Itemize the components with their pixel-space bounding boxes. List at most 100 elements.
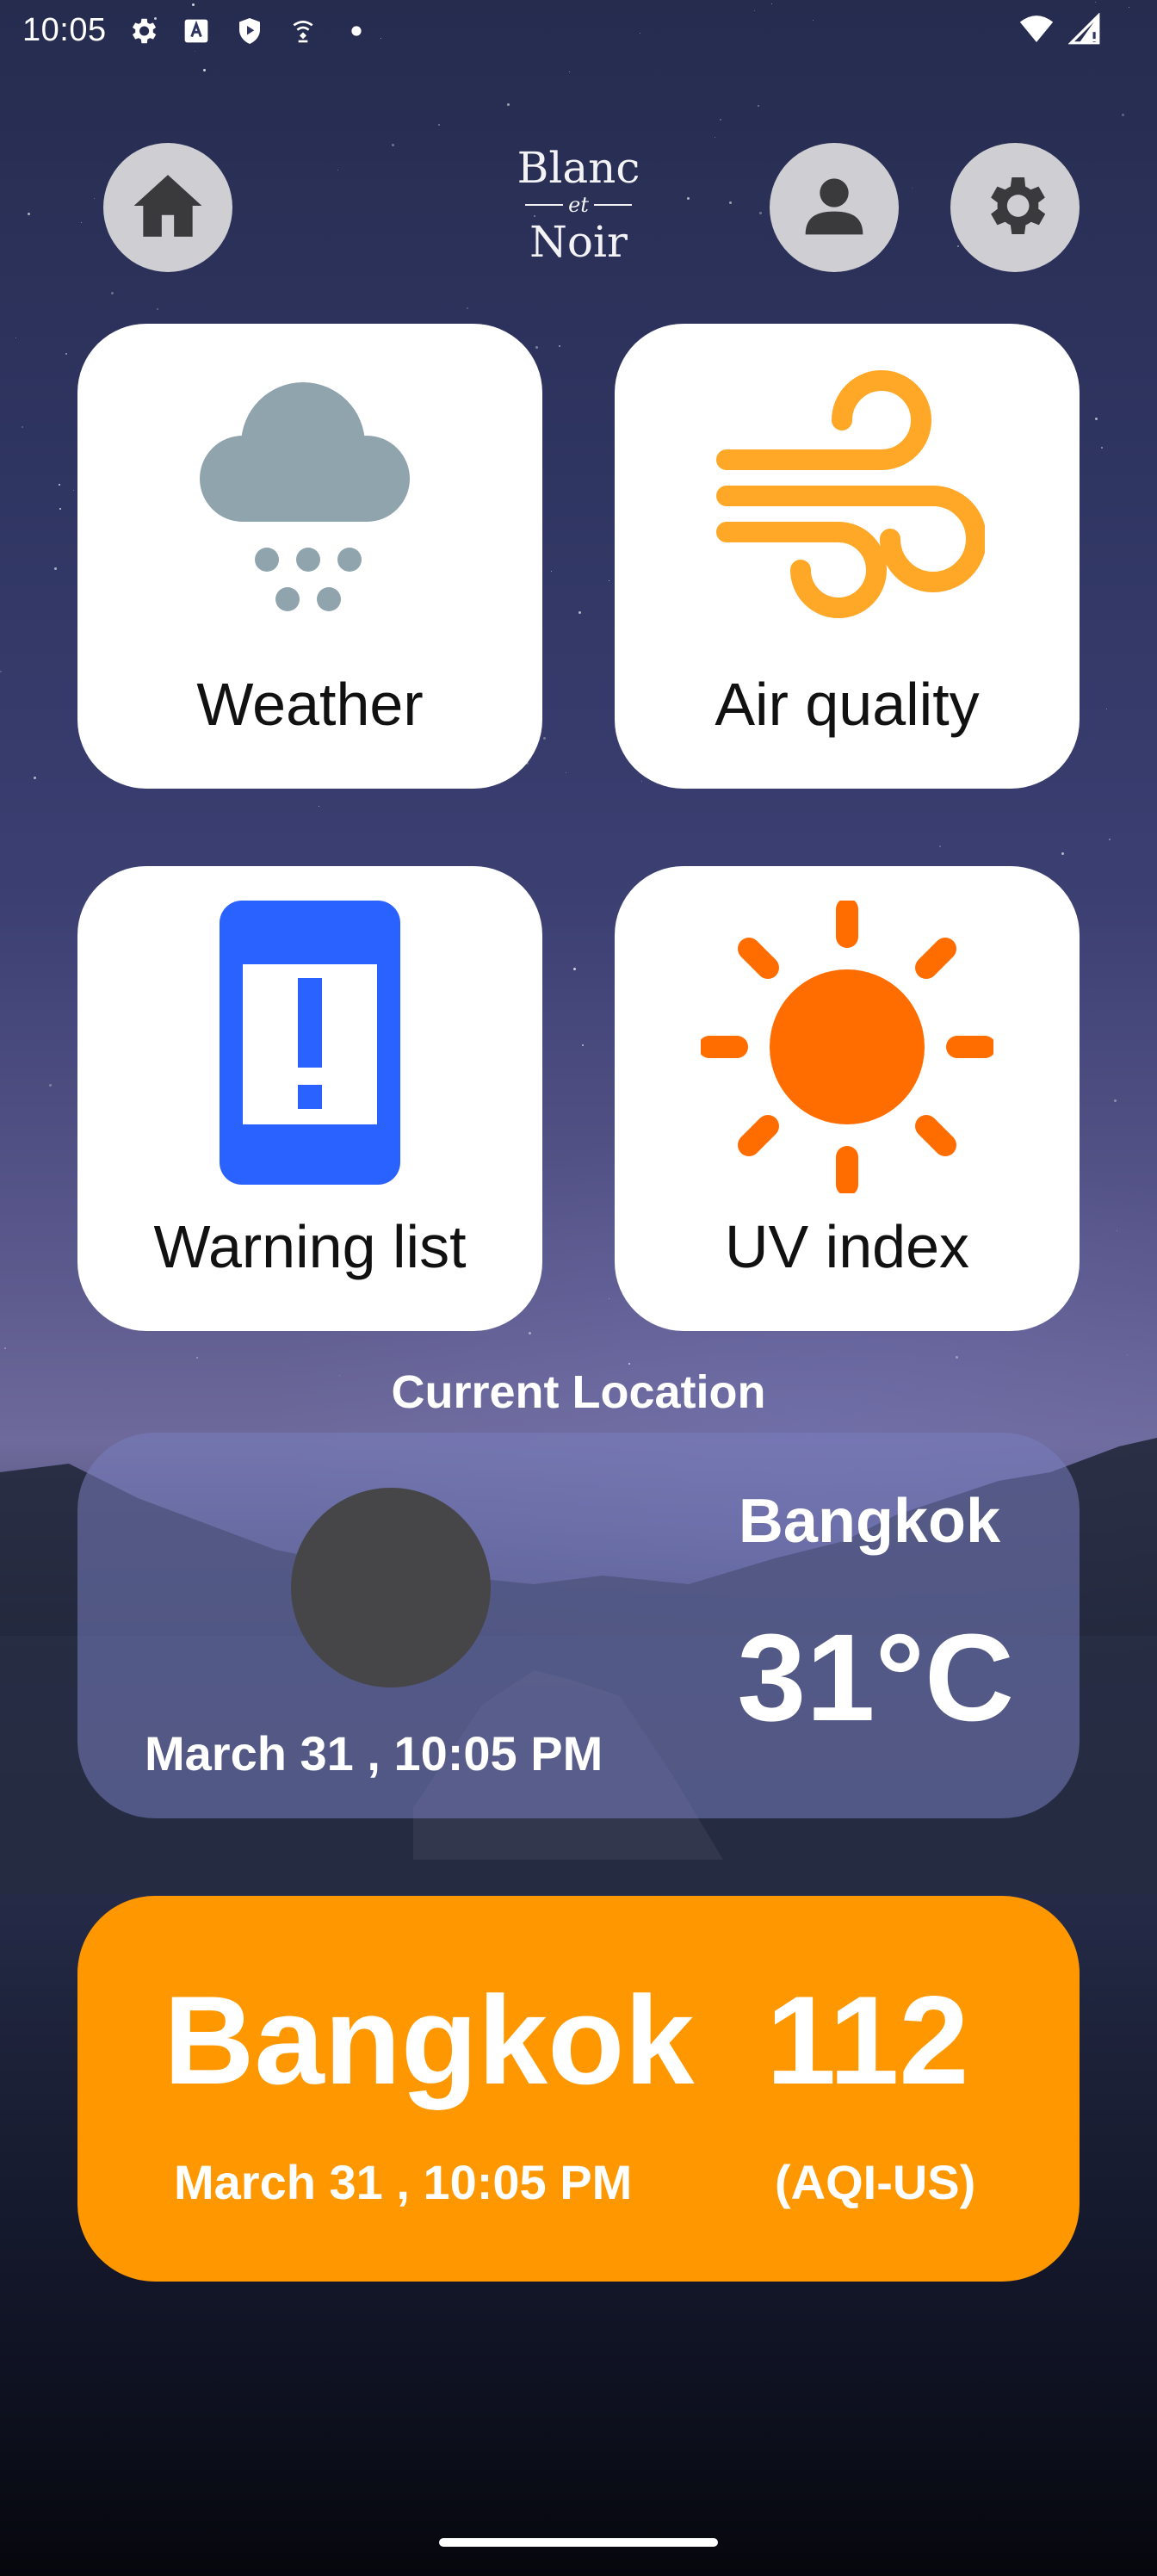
settings-icon xyxy=(977,168,1053,248)
star xyxy=(641,781,642,782)
location-city: Bangkok xyxy=(738,1487,1000,1556)
star xyxy=(759,212,762,214)
star xyxy=(1109,839,1111,840)
star xyxy=(507,103,510,106)
star xyxy=(73,490,74,491)
current-location-title: Current Location xyxy=(391,1366,766,1418)
tile-icon-wrap xyxy=(77,901,542,1185)
star xyxy=(939,845,941,847)
star xyxy=(720,119,721,121)
wind-icon xyxy=(716,370,985,618)
star xyxy=(28,213,30,215)
tile-icon-wrap xyxy=(615,367,1080,642)
star xyxy=(912,188,913,189)
star xyxy=(22,426,23,428)
star xyxy=(535,346,538,349)
phone-alert-icon xyxy=(220,901,400,1185)
profile-icon xyxy=(800,171,869,245)
star xyxy=(1114,1099,1117,1102)
tile-icon-wrap xyxy=(77,367,542,642)
settings-button[interactable] xyxy=(950,143,1080,272)
star xyxy=(1061,852,1064,855)
profile-button[interactable] xyxy=(770,143,899,272)
warning-list-tile[interactable]: Warning list xyxy=(77,866,542,1331)
uv-index-tile[interactable]: UV index xyxy=(615,866,1080,1331)
shield-play-icon xyxy=(232,14,267,48)
status-time: 10:05 xyxy=(22,12,107,48)
aqi-value: 112 xyxy=(766,1970,969,2110)
air-quality-tile-label: Air quality xyxy=(715,671,980,738)
star xyxy=(94,198,95,199)
location-temperature: 31°C xyxy=(737,1608,1014,1747)
star xyxy=(111,292,114,294)
star xyxy=(59,508,61,510)
settings-icon xyxy=(126,14,160,48)
gesture-nav-handle[interactable] xyxy=(439,2538,718,2547)
star xyxy=(551,571,552,572)
star xyxy=(1101,447,1103,449)
tile-icon-wrap xyxy=(615,901,1080,1193)
star xyxy=(687,197,690,200)
star xyxy=(81,222,82,223)
star xyxy=(0,671,2,672)
sun-icon xyxy=(701,901,993,1193)
home-button[interactable] xyxy=(103,143,232,272)
star xyxy=(582,1044,584,1046)
star xyxy=(65,353,67,355)
star xyxy=(203,69,206,71)
aqi-city: Bangkok xyxy=(164,1970,695,2110)
star xyxy=(59,484,60,486)
star xyxy=(729,201,732,204)
uv-index-tile-label: UV index xyxy=(724,1213,970,1280)
app-logo: Blanc et Noir xyxy=(492,145,665,282)
logo-line-left xyxy=(525,204,564,206)
star xyxy=(438,124,440,126)
logo-word-noir: Noir xyxy=(529,217,628,267)
logo-word-blanc: Blanc xyxy=(517,143,640,193)
star xyxy=(628,1363,630,1365)
star xyxy=(4,1347,6,1349)
star xyxy=(49,1084,52,1087)
star xyxy=(467,307,468,309)
wifi-icon xyxy=(1019,12,1054,46)
star xyxy=(1095,418,1098,420)
star xyxy=(1122,114,1124,116)
star xyxy=(578,611,581,614)
logo-separator: et xyxy=(492,191,665,219)
air-quality-card[interactable]: Bangkok 112 March 31 , 10:05 PM (AQI-US) xyxy=(77,1896,1080,2282)
weather-tile-label: Weather xyxy=(196,671,424,738)
aqi-unit: (AQI-US) xyxy=(775,2155,976,2209)
star xyxy=(569,71,570,72)
logo-line-right xyxy=(593,204,632,206)
star xyxy=(392,144,394,146)
star xyxy=(196,1357,198,1359)
font-icon xyxy=(179,14,213,48)
star xyxy=(758,105,759,107)
star xyxy=(957,245,959,247)
app-screen: 10:05 Blanc et Noir Weather Air quality … xyxy=(0,0,1157,2576)
aqi-datetime: March 31 , 10:05 PM xyxy=(174,2155,633,2209)
star xyxy=(1127,1354,1128,1355)
current-location-card[interactable]: Bangkok 31°C March 31 , 10:05 PM xyxy=(77,1433,1080,1818)
warning-list-tile-label: Warning list xyxy=(153,1213,467,1280)
status-notification-icons xyxy=(126,14,374,48)
wifi-sync-icon xyxy=(286,14,320,48)
cellular-signal-icon xyxy=(1067,12,1102,46)
location-datetime: March 31 , 10:05 PM xyxy=(145,1726,603,1780)
star xyxy=(573,968,576,970)
weather-tile[interactable]: Weather xyxy=(77,324,542,789)
star xyxy=(559,345,560,347)
star xyxy=(34,777,36,779)
air-quality-tile[interactable]: Air quality xyxy=(615,324,1080,789)
star xyxy=(543,737,546,740)
rain-cloud-icon xyxy=(200,382,410,611)
star xyxy=(956,1356,958,1359)
status-system-icons xyxy=(1019,12,1102,46)
status-bar: 10:05 xyxy=(0,0,1157,62)
weather-condition-icon xyxy=(291,1488,491,1687)
star xyxy=(54,567,57,570)
star xyxy=(529,1332,531,1334)
dot-icon xyxy=(339,14,374,48)
star xyxy=(157,308,158,310)
star xyxy=(15,337,16,338)
